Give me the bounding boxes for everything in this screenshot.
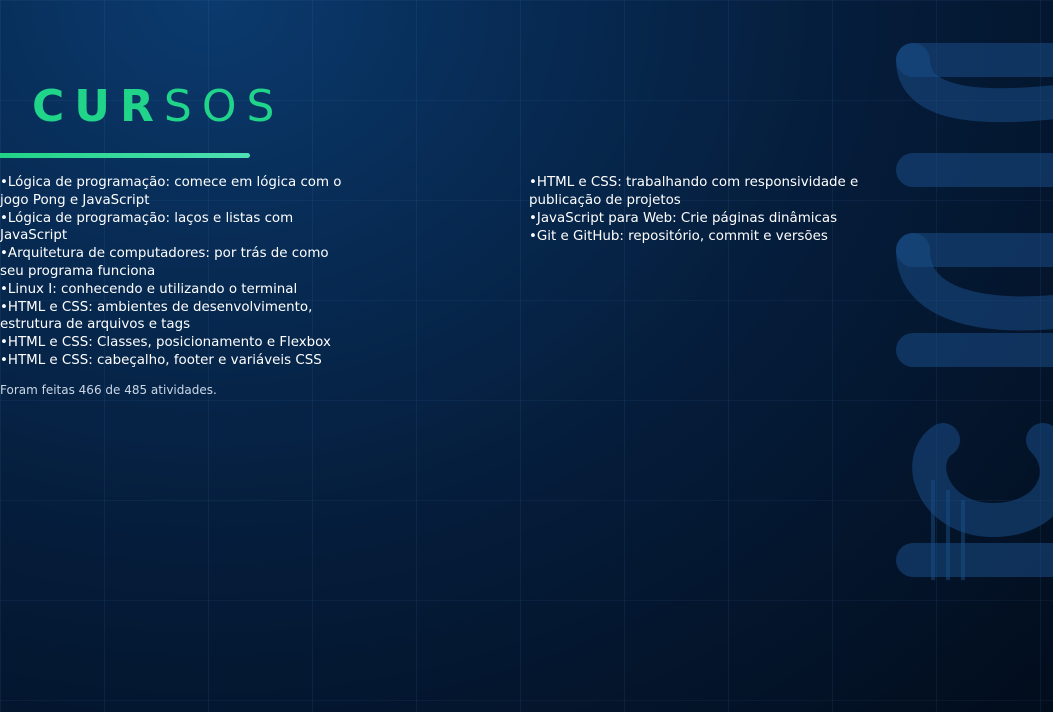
course-list-right: HTML e CSS: trabalhando com responsivida… [529, 174, 874, 246]
course-list-left: Lógica de programação: comece em lógica … [0, 174, 345, 370]
title-bold-part: CUR [32, 81, 164, 132]
course-item: Arquitetura de computadores: por trás de… [0, 245, 345, 280]
course-item: HTML e CSS: ambientes de desenvolvimento… [0, 299, 345, 334]
activities-summary: Foram feitas 466 de 485 atividades. [0, 383, 217, 397]
course-item: JavaScript para Web: Crie páginas dinâmi… [529, 210, 874, 228]
page-title: CURSOS [32, 80, 284, 134]
course-item: HTML e CSS: cabeçalho, footer e variávei… [0, 352, 345, 370]
course-item: HTML e CSS: Classes, posicionamento e Fl… [0, 334, 345, 352]
course-item: Lógica de programação: comece em lógica … [0, 174, 345, 209]
course-item: HTML e CSS: trabalhando com responsivida… [529, 174, 874, 209]
course-item: Linux I: conhecendo e utilizando o termi… [0, 281, 345, 299]
course-item: Git e GitHub: repositório, commit e vers… [529, 228, 874, 246]
title-underline [0, 153, 250, 158]
title-light-part: SOS [163, 81, 285, 132]
alura-logo-watermark [896, 43, 1053, 580]
course-item: Lógica de programação: laços e listas co… [0, 210, 345, 245]
